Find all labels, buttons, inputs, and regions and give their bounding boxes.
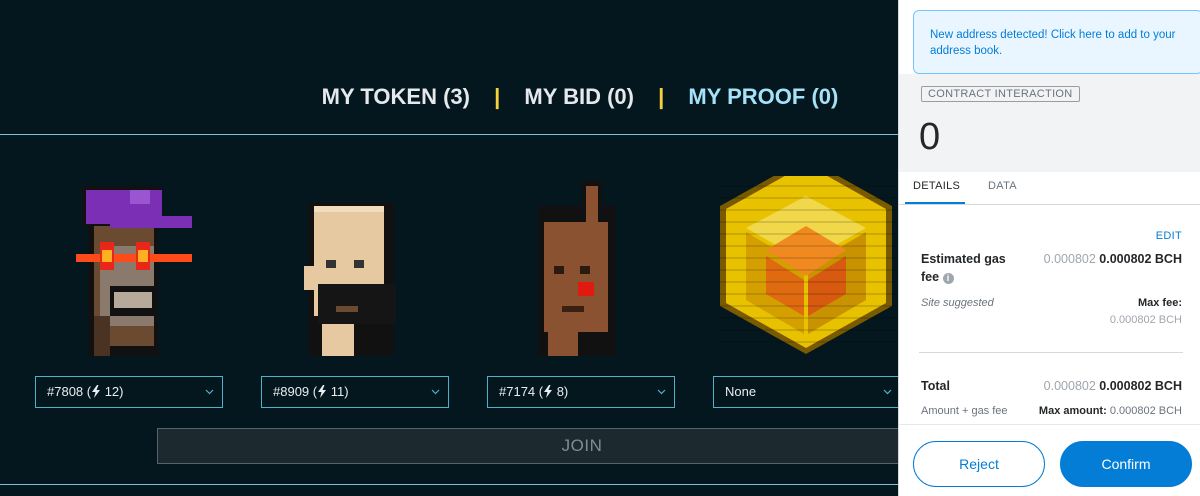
chevron-down-icon	[205, 389, 214, 395]
select-value: #8909 (	[273, 384, 318, 399]
max-fee-value: 0.000802 BCH	[1109, 314, 1182, 326]
max-amount: Max amount: 0.000802 BCH	[1039, 405, 1182, 417]
nft-image-punk-7174	[522, 176, 692, 356]
gas-label-line2-wrap: fee i	[921, 268, 1006, 286]
reject-button[interactable]: Reject	[913, 441, 1045, 487]
bolt-icon	[92, 385, 101, 398]
contract-interaction-badge: CONTRACT INTERACTION	[921, 86, 1080, 102]
site-suggested-label: Site suggested	[921, 297, 994, 309]
token-select-4[interactable]: None	[713, 376, 901, 408]
max-fee-label: Max fee:	[1137, 297, 1182, 309]
tab-separator: |	[658, 84, 665, 109]
nft-image-punk-8909	[296, 176, 466, 356]
section-divider	[919, 352, 1183, 353]
token-select-1[interactable]: #7808 ( 12)	[35, 376, 223, 408]
bolt-icon	[544, 385, 553, 398]
chevron-down-icon	[657, 389, 666, 395]
active-tab-indicator	[905, 202, 965, 204]
select-count: 11)	[327, 384, 349, 399]
chevron-down-icon	[883, 389, 892, 395]
divider-bottom	[0, 484, 900, 485]
estimated-gas-fee-label: Estimated gas fee i	[921, 250, 1006, 286]
gas-fee-value: 0.000802 0.000802 BCH	[1044, 252, 1182, 266]
tab-my-proof[interactable]: MY PROOF (0)	[688, 84, 838, 110]
tab-my-bid[interactable]: MY BID (0)	[524, 84, 634, 110]
token-select-2[interactable]: #8909 ( 11)	[261, 376, 449, 408]
action-footer: Reject Confirm	[899, 424, 1200, 496]
metamask-confirm-panel: New address detected! Click here to add …	[898, 0, 1200, 496]
transaction-amount: 0	[919, 116, 941, 158]
nft-image-hex-cube	[716, 176, 896, 356]
dapp-area: MY TOKEN (3) | MY BID (0) | MY PROOF (0)	[0, 0, 1007, 496]
gas-label-line2: fee	[921, 270, 940, 284]
gas-label-line1: Estimated gas	[921, 252, 1006, 266]
total-value-primary: 0.000802 BCH	[1099, 379, 1182, 393]
total-value-secondary: 0.000802	[1043, 379, 1096, 393]
max-amount-value: 0.000802 BCH	[1109, 405, 1182, 417]
total-label: Total	[921, 379, 950, 393]
nft-image-punk-7808	[70, 176, 240, 356]
tab-details[interactable]: DETAILS	[913, 180, 960, 192]
gas-fee-value-secondary: 0.000802	[1043, 252, 1096, 266]
select-count: 8)	[553, 384, 569, 399]
divider-top	[0, 134, 900, 135]
tab-data[interactable]: DATA	[988, 180, 1017, 192]
amount-plus-gas-label: Amount + gas fee	[921, 405, 1008, 417]
max-amount-label: Max amount:	[1038, 405, 1107, 417]
confirm-button[interactable]: Confirm	[1060, 441, 1192, 487]
select-value: #7808 (	[47, 384, 92, 399]
total-value: 0.000802 0.000802 BCH	[1044, 379, 1182, 393]
select-value: #7174 (	[499, 384, 544, 399]
chevron-down-icon	[431, 389, 440, 395]
bolt-icon	[318, 385, 327, 398]
join-button[interactable]: JOIN	[157, 428, 1007, 464]
info-icon[interactable]: i	[942, 273, 954, 284]
new-address-notice[interactable]: New address detected! Click here to add …	[913, 10, 1200, 74]
token-select-3[interactable]: #7174 ( 8)	[487, 376, 675, 408]
gas-fee-value-primary: 0.000802 BCH	[1099, 252, 1182, 266]
edit-gas-link[interactable]: EDIT	[1156, 230, 1182, 242]
select-count: 12)	[101, 384, 124, 399]
tab-separator: |	[494, 84, 501, 109]
select-value: None	[725, 384, 757, 399]
details-data-tabs: DETAILS DATA	[899, 172, 1200, 205]
tab-my-token[interactable]: MY TOKEN (3)	[322, 84, 470, 110]
